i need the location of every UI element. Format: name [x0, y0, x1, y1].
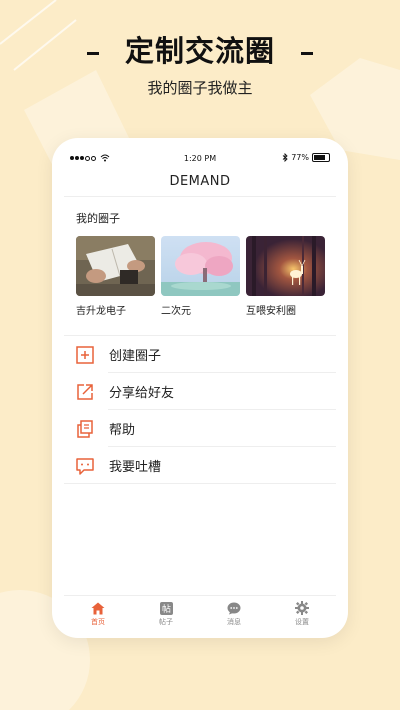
status-bar: 1:20 PM 77%	[64, 150, 336, 168]
status-right: 77%	[282, 153, 330, 162]
menu-item-share[interactable]: 分享给好友	[64, 373, 336, 410]
feedback-bubble-icon	[76, 457, 94, 475]
app-screen: 1:20 PM 77% DEMAND 我的圈子 吉升龙电子 二次元 互喂安利圈 …	[64, 150, 336, 632]
circle-card-2[interactable]: 二次元	[161, 236, 240, 317]
menu-label: 帮助	[109, 423, 136, 438]
tab-posts[interactable]: 帖 帖子	[132, 596, 200, 632]
tab-label: 消息	[227, 617, 241, 626]
circle-name: 二次元	[161, 306, 191, 317]
menu-item-help[interactable]: 帮助	[64, 410, 336, 447]
promo-title: 定制交流圈	[124, 34, 275, 68]
circle-name: 吉升龙电子	[76, 306, 126, 317]
circle-card-3[interactable]: 互喂安利圈	[246, 236, 325, 317]
pink-blossom-tree-illustration	[161, 236, 240, 296]
settings-gear-icon	[295, 601, 309, 615]
nav-title: DEMAND	[64, 168, 336, 197]
share-arrow-icon	[77, 383, 93, 400]
message-icon	[227, 602, 241, 614]
plus-square-icon	[76, 345, 94, 364]
bluetooth-icon	[282, 153, 288, 162]
home-icon	[91, 602, 105, 614]
menu-label: 我要吐槽	[109, 460, 162, 475]
circle-name: 互喂安利圈	[246, 306, 296, 317]
circle-card-1[interactable]: 吉升龙电子	[76, 236, 155, 317]
tab-label: 帖子	[159, 617, 173, 626]
menu-list: 创建圈子 分享给好友 帮助 我要吐槽	[64, 336, 336, 484]
promo-headline: 定制交流圈	[0, 28, 400, 70]
menu-label: 分享给好友	[109, 386, 175, 401]
menu-item-create-circle[interactable]: 创建圈子	[64, 336, 336, 373]
menu-label: 创建圈子	[109, 349, 162, 364]
battery-icon	[312, 153, 330, 162]
headline-dash-left	[86, 51, 99, 55]
tab-settings[interactable]: 设置	[268, 596, 336, 632]
post-icon-glyph: 帖	[161, 603, 170, 615]
promo-subtitle: 我的圈子我做主	[147, 79, 253, 97]
glowing-deer-in-forest	[246, 236, 325, 296]
menu-item-feedback[interactable]: 我要吐槽	[64, 447, 336, 484]
battery-percent: 77%	[291, 153, 309, 162]
battery-fill	[314, 155, 325, 160]
tab-home[interactable]: 首页	[64, 596, 132, 632]
tab-messages[interactable]: 消息	[200, 596, 268, 632]
circles-list: 吉升龙电子 二次元 互喂安利圈	[76, 236, 336, 317]
headline-dash-right	[301, 51, 313, 55]
post-icon: 帖	[159, 601, 173, 615]
help-doc-icon	[77, 419, 93, 438]
tab-label: 首页	[91, 617, 105, 626]
tab-label: 设置	[295, 618, 309, 626]
tab-bar: 首页 帖 帖子 消息 设置	[64, 595, 336, 632]
hands-and-notebook-photo	[76, 236, 155, 296]
section-title-my-circles: 我的圈子	[76, 212, 120, 225]
